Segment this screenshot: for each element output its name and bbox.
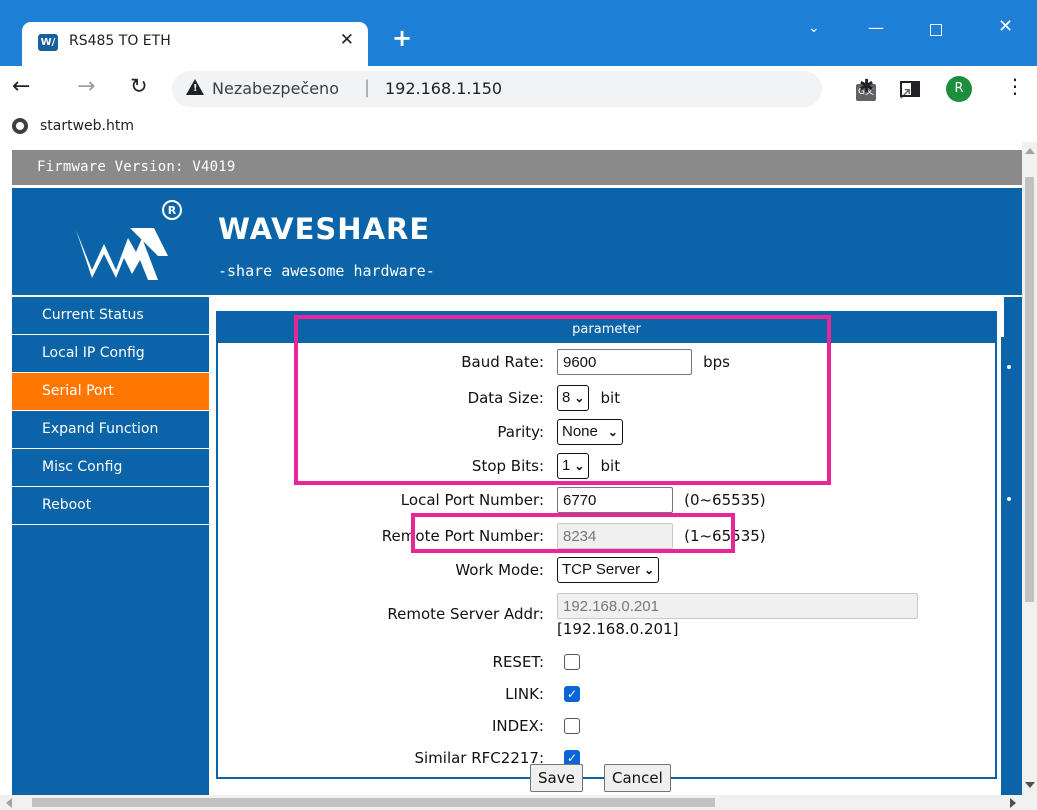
globe-icon: [12, 118, 28, 134]
work-mode-select[interactable]: TCP Server ⌄: [557, 557, 660, 583]
browser-toolbar: ← → ↻ ! Nezabezpečeno | 192.168.1.150 G文…: [0, 66, 1037, 112]
reset-checkbox[interactable]: [564, 654, 580, 670]
scroll-up-icon[interactable]: [1025, 148, 1035, 154]
remote-server-control: [192.168.0.201]: [557, 593, 918, 638]
minimize-icon[interactable]: —: [868, 18, 884, 37]
side-panel-icon[interactable]: [900, 81, 920, 97]
sidebar-item-expand-function[interactable]: Expand Function: [12, 411, 209, 449]
scroll-right-icon[interactable]: [1010, 798, 1016, 808]
page-content: Firmware Version: V4019 R WAVESHARE -sha…: [12, 150, 1022, 810]
local-port-range: (0~65535): [684, 491, 766, 509]
tab-close-icon[interactable]: ✕: [340, 30, 354, 50]
firmware-version: Firmware Version: V4019: [37, 159, 236, 175]
rfc2217-control: ✓: [564, 745, 580, 766]
chevron-down-icon: ⌄: [644, 563, 655, 577]
reset-row: RESET:: [218, 647, 995, 677]
tab-search-icon[interactable]: ⌄: [808, 20, 820, 36]
vertical-scrollbar[interactable]: [1022, 142, 1037, 810]
forward-arrow-icon[interactable]: →: [77, 74, 95, 99]
cancel-button[interactable]: Cancel: [604, 764, 671, 792]
horizontal-scroll-thumb[interactable]: [32, 798, 715, 807]
bookmark-startweb[interactable]: startweb.htm: [40, 118, 134, 134]
strip-dot: [1007, 497, 1011, 501]
bookmarks-bar: startweb.htm: [0, 112, 1037, 142]
warning-icon[interactable]: !: [186, 79, 204, 95]
link-control: ✓: [564, 681, 580, 702]
browser-tab[interactable]: W/ RS485 TO ETH ✕: [22, 22, 368, 66]
brand-tagline: -share awesome hardware-: [218, 262, 435, 280]
svg-text:R: R: [168, 204, 177, 217]
index-checkbox[interactable]: [564, 718, 580, 734]
local-port-control: (0~65535): [557, 487, 766, 513]
url-text[interactable]: 192.168.1.150: [385, 79, 502, 98]
browser-tab-bar: W/ RS485 TO ETH ✕ + ⌄ — ✕: [0, 0, 1037, 66]
menu-icon[interactable]: ⋮: [1005, 74, 1025, 98]
local-port-input[interactable]: [557, 487, 673, 513]
sidebar-nav: Current Status Local IP Config Serial Po…: [12, 297, 209, 810]
sidebar-item-current-status[interactable]: Current Status: [12, 297, 209, 335]
strip-notch: [1001, 297, 1004, 337]
reset-control: [564, 649, 580, 670]
sidebar-item-misc-config[interactable]: Misc Config: [12, 449, 209, 487]
work-mode-highlight: [411, 513, 735, 553]
address-bar[interactable]: ! Nezabezpečeno | 192.168.1.150 G文 ↗ ☆: [172, 71, 964, 107]
header-banner: R WAVESHARE -share awesome hardware-: [12, 188, 1022, 295]
index-control: [564, 713, 580, 734]
reset-label: RESET:: [492, 653, 544, 671]
sidebar-item-serial-port[interactable]: Serial Port: [12, 373, 209, 411]
address-separator: |: [364, 77, 371, 98]
parameter-panel: parameter Baud Rate: bps Data Size: 8⌄ b…: [216, 311, 997, 779]
save-button[interactable]: Save: [530, 764, 583, 792]
local-port-label: Local Port Number:: [400, 491, 544, 509]
work-mode-label: Work Mode:: [455, 561, 544, 579]
sidebar-item-reboot[interactable]: Reboot: [12, 487, 209, 525]
firmware-bar: Firmware Version: V4019: [12, 150, 1022, 185]
maximize-icon[interactable]: [930, 24, 942, 36]
index-label: INDEX:: [491, 717, 544, 735]
index-row: INDEX:: [218, 711, 995, 741]
scroll-left-icon[interactable]: [6, 798, 12, 808]
vertical-scroll-thumb[interactable]: [1025, 177, 1034, 602]
waveshare-logo-icon: R: [76, 200, 182, 280]
link-label: LINK:: [505, 685, 544, 703]
right-decor-strip: [1001, 297, 1022, 810]
reload-icon[interactable]: ↻: [130, 74, 148, 98]
work-mode-value: TCP Server: [562, 561, 641, 578]
extensions-icon[interactable]: ✱: [859, 76, 874, 97]
scroll-down-icon[interactable]: [1025, 782, 1035, 788]
form-actions: Save Cancel: [12, 764, 1022, 796]
remote-server-row: Remote Server Addr: [192.168.0.201]: [218, 591, 995, 641]
waveshare-favicon-icon: W/: [38, 34, 58, 51]
link-row: LINK: ✓: [218, 679, 995, 709]
security-label[interactable]: Nezabezpečeno: [212, 79, 339, 98]
new-tab-button[interactable]: +: [392, 26, 412, 50]
page-viewport: Firmware Version: V4019 R WAVESHARE -sha…: [0, 142, 1037, 810]
work-mode-control: TCP Server ⌄: [557, 557, 660, 583]
remote-server-label: Remote Server Addr:: [387, 605, 544, 623]
sidebar-item-local-ip-config[interactable]: Local IP Config: [12, 335, 209, 373]
remote-server-current: [192.168.0.201]: [557, 620, 679, 638]
strip-dot: [1007, 365, 1011, 369]
local-port-row: Local Port Number: (0~65535): [218, 485, 995, 515]
tab-title: RS485 TO ETH: [69, 33, 171, 49]
back-arrow-icon[interactable]: ←: [12, 74, 30, 99]
serial-settings-highlight: [294, 315, 831, 485]
link-checkbox[interactable]: ✓: [564, 686, 580, 702]
work-mode-row: Work Mode: TCP Server ⌄: [218, 555, 995, 585]
profile-avatar[interactable]: R: [946, 76, 972, 102]
window-close-icon[interactable]: ✕: [998, 16, 1013, 37]
brand-name: WAVESHARE: [218, 212, 431, 246]
remote-server-input: [557, 593, 918, 619]
horizontal-scrollbar[interactable]: [0, 795, 1022, 810]
